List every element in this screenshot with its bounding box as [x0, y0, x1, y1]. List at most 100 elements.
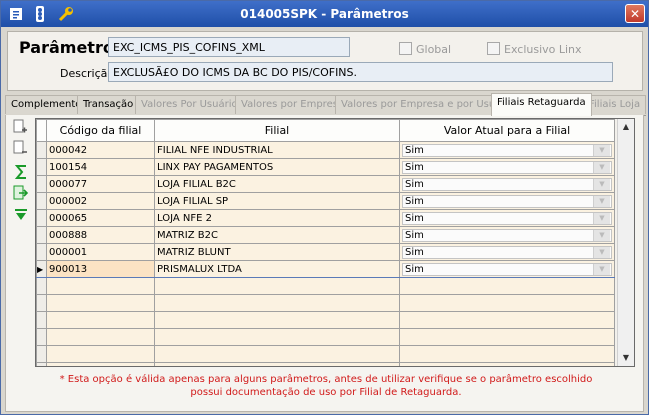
- filiais-grid: Código da filial Filial Valor Atual para…: [35, 118, 635, 367]
- column-header-codigo[interactable]: Código da filial: [46, 119, 155, 142]
- chevron-down-icon[interactable]: ▼: [593, 144, 610, 156]
- exclusivo-linx-checkbox-box[interactable]: [487, 42, 500, 55]
- cell-filial[interactable]: MATRIZ BLUNT: [154, 243, 400, 261]
- valor-dropdown[interactable]: Sim ▼: [402, 228, 612, 242]
- tab-filiais-loja[interactable]: Filiais Loja: [583, 95, 647, 114]
- parametro-label: Parâmetro: [19, 38, 114, 57]
- sum-icon[interactable]: [14, 164, 30, 179]
- chevron-down-icon[interactable]: ▼: [593, 212, 610, 224]
- valor-dropdown[interactable]: Sim ▼: [402, 160, 612, 174]
- valor-dropdown[interactable]: Sim ▼: [402, 194, 612, 208]
- cell-valor[interactable]: Sim ▼: [399, 243, 615, 261]
- empty-row: [36, 345, 615, 363]
- tab-complemento[interactable]: Complemento: [5, 95, 88, 114]
- chevron-down-icon[interactable]: ▼: [593, 263, 610, 275]
- valor-dropdown[interactable]: Sim ▼: [402, 245, 612, 259]
- parametro-field[interactable]: EXC_ICMS_PIS_COFINS_XML: [108, 37, 350, 57]
- row-indicator[interactable]: ▶: [36, 260, 47, 278]
- grid-corner: [36, 119, 47, 142]
- cell-valor[interactable]: Sim ▼: [399, 209, 615, 227]
- cell-filial[interactable]: PRISMALUX LTDA: [154, 260, 400, 278]
- cell-valor[interactable]: Sim ▼: [399, 192, 615, 210]
- valor-dropdown-value: Sim: [405, 144, 424, 156]
- table-row[interactable]: 000065 LOJA NFE 2 Sim ▼: [36, 209, 615, 227]
- tab-filiais-retaguarda[interactable]: Filiais Retaguarda: [491, 93, 592, 116]
- valor-dropdown[interactable]: Sim ▼: [402, 143, 612, 157]
- cell-codigo[interactable]: 000065: [46, 209, 155, 227]
- tab-valores-por-usuarios[interactable]: Valores Por Usuários: [135, 95, 249, 114]
- cell-valor[interactable]: Sim ▼: [399, 175, 615, 193]
- chevron-down-icon[interactable]: ▼: [593, 195, 610, 207]
- column-header-filial[interactable]: Filial: [154, 119, 400, 142]
- exclusivo-linx-label: Exclusivo Linx: [504, 43, 582, 56]
- page-remove-icon[interactable]: [12, 140, 28, 154]
- chevron-down-icon[interactable]: ▼: [593, 246, 610, 258]
- row-indicator[interactable]: [36, 175, 47, 193]
- cell-codigo[interactable]: 000042: [46, 141, 155, 159]
- table-row[interactable]: 000042 FILIAL NFE INDUSTRIAL Sim ▼: [36, 141, 615, 159]
- table-row-selected[interactable]: ▶ 900013 PRISMALUX LTDA Sim ▼: [36, 260, 615, 278]
- cell-valor[interactable]: Sim ▼: [399, 260, 615, 278]
- table-row[interactable]: 000001 MATRIZ BLUNT Sim ▼: [36, 243, 615, 261]
- page-add-icon[interactable]: [12, 119, 28, 133]
- footnote: * Esta opção é válida apenas para alguns…: [41, 373, 611, 399]
- cell-valor[interactable]: Sim ▼: [399, 158, 615, 176]
- title-bar: 014005SPK - Parâmetros ✕: [1, 1, 648, 27]
- chevron-down-icon[interactable]: ▼: [593, 161, 610, 173]
- row-indicator[interactable]: [36, 243, 47, 261]
- valor-dropdown-value: Sim: [405, 263, 424, 275]
- valor-dropdown-value: Sim: [405, 178, 424, 190]
- row-indicator[interactable]: [36, 192, 47, 210]
- cell-filial[interactable]: LOJA FILIAL SP: [154, 192, 400, 210]
- cell-codigo[interactable]: 000077: [46, 175, 155, 193]
- table-row[interactable]: 000002 LOJA FILIAL SP Sim ▼: [36, 192, 615, 210]
- valor-dropdown[interactable]: Sim ▼: [402, 211, 612, 225]
- global-checkbox[interactable]: Global: [399, 42, 451, 56]
- valor-dropdown-value: Sim: [405, 161, 424, 173]
- cell-filial[interactable]: MATRIZ B2C: [154, 226, 400, 244]
- row-indicator[interactable]: [36, 158, 47, 176]
- empty-row: [36, 294, 615, 312]
- cell-codigo[interactable]: 100154: [46, 158, 155, 176]
- tab-transacao[interactable]: Transação: [77, 95, 140, 114]
- descricao-label: Descrição: [60, 67, 115, 80]
- table-row[interactable]: 000888 MATRIZ B2C Sim ▼: [36, 226, 615, 244]
- parameter-header: Parâmetro EXC_ICMS_PIS_COFINS_XML Global…: [7, 31, 643, 91]
- export-icon[interactable]: [13, 185, 29, 200]
- cell-filial[interactable]: LOJA NFE 2: [154, 209, 400, 227]
- chevron-down-icon[interactable]: ▼: [593, 178, 610, 190]
- valor-dropdown-value: Sim: [405, 246, 424, 258]
- row-indicator[interactable]: [36, 141, 47, 159]
- table-row[interactable]: 100154 LINX PAY PAGAMENTOS Sim ▼: [36, 158, 615, 176]
- cell-valor[interactable]: Sim ▼: [399, 226, 615, 244]
- global-checkbox-box[interactable]: [399, 42, 412, 55]
- column-header-valor[interactable]: Valor Atual para a Filial: [399, 119, 615, 142]
- footnote-line-2: possui documentação de uso por Filial de…: [190, 387, 462, 398]
- scroll-up-icon[interactable]: ▲: [618, 119, 634, 135]
- close-button[interactable]: ✕: [625, 4, 645, 23]
- cell-valor[interactable]: Sim ▼: [399, 141, 615, 159]
- row-pointer-icon: ▶: [37, 264, 44, 274]
- vertical-scrollbar[interactable]: ▲ ▼: [617, 119, 634, 366]
- valor-dropdown-value: Sim: [405, 212, 424, 224]
- collapse-icon[interactable]: [13, 208, 29, 222]
- tab-valores-por-empresa[interactable]: Valores por Empresa: [235, 95, 351, 114]
- cell-codigo[interactable]: 900013: [46, 260, 155, 278]
- descricao-field[interactable]: EXCLUSÃ£O DO ICMS DA BC DO PIS/COFINS.: [108, 62, 613, 82]
- valor-dropdown[interactable]: Sim ▼: [402, 262, 612, 276]
- scroll-down-icon[interactable]: ▼: [618, 350, 634, 366]
- valor-dropdown[interactable]: Sim ▼: [402, 177, 612, 191]
- valor-dropdown-value: Sim: [405, 229, 424, 241]
- cell-codigo[interactable]: 000001: [46, 243, 155, 261]
- row-indicator[interactable]: [36, 226, 47, 244]
- chevron-down-icon[interactable]: ▼: [593, 229, 610, 241]
- exclusivo-linx-checkbox[interactable]: Exclusivo Linx: [487, 42, 582, 56]
- global-label: Global: [416, 43, 452, 56]
- row-indicator[interactable]: [36, 209, 47, 227]
- cell-codigo[interactable]: 000888: [46, 226, 155, 244]
- cell-filial[interactable]: LINX PAY PAGAMENTOS: [154, 158, 400, 176]
- table-row[interactable]: 000077 LOJA FILIAL B2C Sim ▼: [36, 175, 615, 193]
- cell-codigo[interactable]: 000002: [46, 192, 155, 210]
- cell-filial[interactable]: LOJA FILIAL B2C: [154, 175, 400, 193]
- cell-filial[interactable]: FILIAL NFE INDUSTRIAL: [154, 141, 400, 159]
